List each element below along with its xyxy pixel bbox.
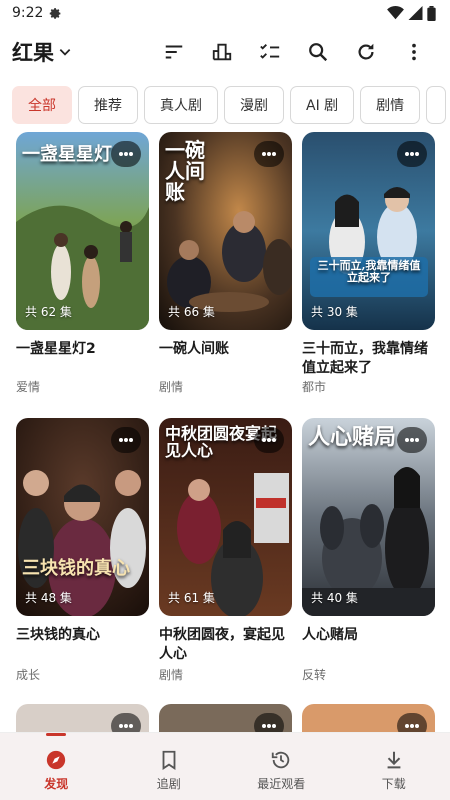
- poster-title-art: 一盏星星灯: [22, 144, 112, 165]
- drama-genre: 剧情: [159, 380, 184, 394]
- more-horiz-icon: [405, 152, 419, 156]
- settings-gear-icon: [50, 7, 61, 19]
- more-horiz-icon: [262, 724, 276, 728]
- more-horiz-icon: [119, 152, 133, 156]
- episode-count: 共 40 集: [311, 591, 358, 605]
- episode-count: 共 62 集: [25, 305, 72, 319]
- drama-title: 三十而立，我靠情绪值立起来了: [302, 341, 428, 376]
- drama-title: 人心赌局: [302, 627, 358, 643]
- poster-image[interactable]: 一碗人间账 共 66 集: [159, 132, 292, 330]
- more-horiz-icon: [405, 438, 419, 442]
- episode-count: 共 66 集: [168, 305, 215, 319]
- card-more-button[interactable]: [254, 141, 284, 167]
- drama-card[interactable]: 人心赌局 共 40 集 人心赌局 反转: [302, 418, 435, 682]
- drama-genre: 爱情: [16, 380, 41, 394]
- poster-title-art: 一碗人间账: [165, 138, 205, 204]
- search-icon: [309, 43, 328, 62]
- drama-title: 一碗人间账: [159, 341, 229, 357]
- tab-all[interactable]: 全部: [12, 86, 72, 124]
- bottom-navigation: 发现 追剧 最近观看 下载: [0, 732, 450, 800]
- leaderboard-icon: [212, 43, 232, 61]
- app-switcher[interactable]: 红果: [12, 37, 72, 67]
- category-tabs: 全部 推荐 真人剧 漫剧 AI 剧 剧情: [12, 86, 447, 126]
- checklist-icon: [260, 44, 280, 59]
- tab-more-partial[interactable]: [426, 86, 447, 124]
- ranking-button[interactable]: [198, 30, 246, 74]
- drama-genre: 成长: [16, 668, 41, 682]
- status-bar: 9:22: [0, 0, 450, 26]
- active-indicator: [46, 733, 67, 736]
- more-horiz-icon: [119, 724, 133, 728]
- poster-title-art: 三块钱的真心: [22, 558, 130, 579]
- more-vert-icon: [412, 43, 416, 61]
- poster-image[interactable]: 人心赌局 共 40 集: [302, 418, 435, 616]
- drama-card[interactable]: 三块钱的真心 共 48 集 三块钱的真心 成长: [16, 418, 149, 682]
- poster-image[interactable]: 一盏星星灯 共 62 集: [16, 132, 149, 330]
- card-more-button[interactable]: [397, 141, 427, 167]
- nav-following[interactable]: 追剧: [113, 733, 226, 800]
- drama-title: 三块钱的真心: [16, 627, 100, 643]
- more-horiz-icon: [262, 152, 276, 156]
- sort-button[interactable]: [150, 30, 198, 74]
- episode-count: 共 61 集: [168, 591, 215, 605]
- refresh-button[interactable]: [342, 30, 390, 74]
- poster-image[interactable]: 三块钱的真心 共 48 集: [16, 418, 149, 616]
- more-horiz-icon: [119, 438, 133, 442]
- more-horiz-icon: [405, 724, 419, 728]
- compass-icon: [47, 750, 66, 770]
- card-more-button[interactable]: [254, 427, 284, 453]
- poster-title-art: 人心赌局: [308, 424, 397, 450]
- drama-card[interactable]: 三十而立,我靠情绪值立起来了 共 30 集 三十而立，我靠情绪值立起来了 都市: [302, 132, 435, 394]
- refresh-icon: [358, 43, 374, 60]
- signal-icon: [408, 6, 423, 20]
- tab-recommended[interactable]: 推荐: [78, 86, 138, 124]
- drama-title: 中秋团圆夜，宴起见人心: [159, 627, 285, 662]
- poster-image[interactable]: 中秋团圆夜宴起见人心 共 61 集: [159, 418, 292, 616]
- drama-genre: 剧情: [159, 668, 184, 682]
- drama-card[interactable]: 一盏星星灯 共 62 集 一盏星星灯2 爱情: [16, 132, 149, 394]
- card-more-button[interactable]: [397, 427, 427, 453]
- drama-card[interactable]: 中秋团圆夜宴起见人心 共 61 集 中秋团圆夜，宴起见人心 剧情: [159, 418, 292, 682]
- nav-label: 下载: [381, 777, 406, 791]
- more-horiz-icon: [262, 438, 276, 442]
- poster-image[interactable]: 三十而立,我靠情绪值立起来了 共 30 集: [302, 132, 435, 330]
- app-title: 红果: [12, 41, 54, 65]
- drama-genre: 反转: [302, 668, 327, 682]
- episode-count: 共 30 集: [311, 305, 358, 319]
- bookmark-icon: [162, 750, 176, 770]
- status-time: 9:22: [12, 5, 44, 21]
- nav-label: 最近观看: [257, 777, 306, 791]
- nav-discover[interactable]: 发现: [0, 733, 113, 800]
- episode-count: 共 48 集: [25, 591, 72, 605]
- poster-title-art: 三十而立,我靠情绪值立起来了: [317, 259, 421, 284]
- history-icon: [272, 751, 290, 769]
- tab-ai-drama[interactable]: AI 剧: [290, 86, 355, 124]
- tab-live-action[interactable]: 真人剧: [144, 86, 218, 124]
- battery-icon: [427, 5, 436, 21]
- tab-anime[interactable]: 漫剧: [224, 86, 284, 124]
- overflow-menu-button[interactable]: [390, 30, 438, 74]
- nav-download[interactable]: 下载: [338, 733, 450, 800]
- tab-drama[interactable]: 剧情: [360, 86, 421, 124]
- sort-icon: [165, 45, 183, 59]
- drama-card[interactable]: 一碗人间账 共 66 集 一碗人间账 剧情: [159, 132, 292, 394]
- drama-title: 一盏星星灯2: [16, 341, 96, 357]
- top-app-bar: 红果: [0, 30, 450, 74]
- search-button[interactable]: [294, 30, 342, 74]
- nav-label: 发现: [44, 777, 69, 791]
- download-icon: [387, 751, 401, 769]
- chevron-down-icon: [59, 49, 71, 56]
- card-more-button[interactable]: [111, 141, 141, 167]
- wifi-icon: [387, 6, 404, 20]
- drama-genre: 都市: [302, 380, 327, 394]
- card-more-button[interactable]: [111, 427, 141, 453]
- nav-label: 追剧: [156, 777, 181, 791]
- nav-recent[interactable]: 最近观看: [225, 733, 338, 800]
- checklist-button[interactable]: [246, 30, 294, 74]
